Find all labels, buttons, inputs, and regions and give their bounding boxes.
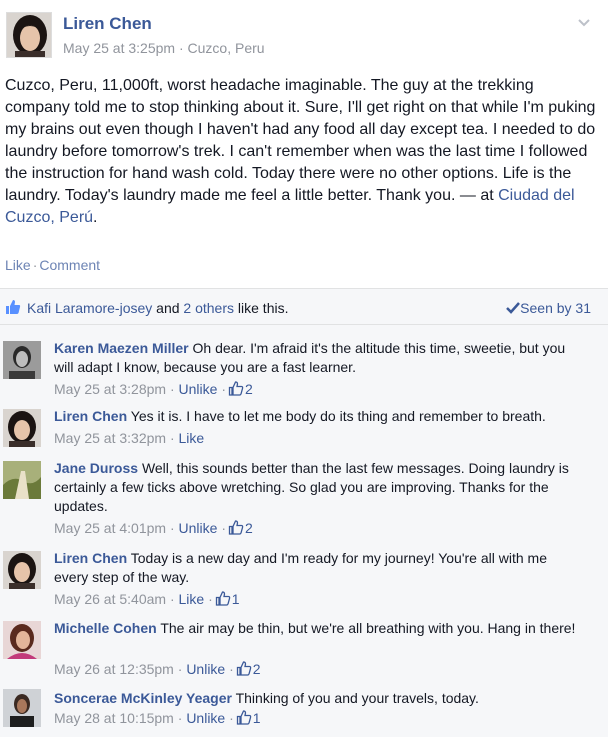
meta-separator: ·	[208, 591, 213, 607]
comment-meta: May 25 at 4:01pm · Unlike · 2	[54, 520, 253, 536]
unlike-button[interactable]: Unlike	[186, 710, 225, 726]
commenter-name[interactable]: Jane Duross	[54, 460, 138, 476]
post-timestamp[interactable]: May 25 at 3:25pm	[63, 40, 175, 56]
comment-body: Karen Maezen Miller Oh dear. I'm afraid …	[54, 339, 584, 377]
meta-separator: ·	[177, 661, 183, 677]
thumbs-up-icon	[236, 661, 252, 676]
comment-body: Michelle Cohen The air may be thin, but …	[54, 619, 584, 638]
commenter-name[interactable]: Soncerae McKinley Yeager	[54, 690, 232, 706]
meta-separator: ·	[169, 381, 175, 397]
comment-time[interactable]: May 25 at 3:32pm	[54, 430, 166, 446]
unlike-button[interactable]: Unlike	[179, 520, 218, 536]
thumbs-up-icon	[5, 299, 21, 315]
action-separator: ·	[32, 257, 38, 273]
commenter-avatar[interactable]	[3, 409, 41, 447]
meta-separator: ·	[221, 520, 226, 536]
meta-separator: ·	[169, 520, 175, 536]
comment-time[interactable]: May 26 at 5:40am	[54, 591, 166, 607]
seen-by-link[interactable]: Seen by 31	[520, 300, 591, 316]
commenter-avatar[interactable]	[3, 341, 41, 379]
unlike-button[interactable]: Unlike	[179, 381, 218, 397]
thumbs-up-icon	[215, 591, 231, 606]
comment-body: Soncerae McKinley Yeager Thinking of you…	[54, 689, 584, 708]
post-author-name[interactable]: Liren Chen	[63, 14, 152, 34]
like-button[interactable]: Like	[5, 257, 31, 273]
commenter-name[interactable]: Michelle Cohen	[54, 620, 157, 636]
comment-time[interactable]: May 25 at 4:01pm	[54, 520, 166, 536]
comment-body: Jane Duross Well, this sounds better tha…	[54, 459, 584, 516]
commenter-avatar[interactable]	[3, 621, 41, 659]
commenter-name[interactable]: Liren Chen	[54, 550, 127, 566]
commenter-avatar[interactable]	[3, 551, 41, 589]
comment-button[interactable]: Comment	[39, 257, 100, 273]
like-count[interactable]: 2	[253, 661, 261, 677]
comment-meta: May 28 at 10:15pm · Unlike · 1	[54, 710, 261, 726]
post-card: Liren Chen May 25 at 3:25pm · Cuzco, Per…	[0, 0, 608, 737]
comment-body: Liren Chen Yes it is. I have to let me b…	[54, 407, 584, 426]
post-location[interactable]: Cuzco, Peru	[188, 40, 265, 56]
comment-time[interactable]: May 25 at 3:28pm	[54, 381, 166, 397]
like-count[interactable]: 2	[245, 520, 253, 536]
comment-text: Thinking of you and your travels, today.	[235, 690, 479, 706]
commenter-name[interactable]: Liren Chen	[54, 408, 127, 424]
commenter-avatar[interactable]	[3, 461, 41, 499]
author-avatar[interactable]	[6, 12, 52, 58]
chevron-down-icon[interactable]	[576, 14, 592, 30]
thumbs-up-icon	[228, 381, 244, 396]
comment-text: Yes it is. I have to let me body do its …	[130, 408, 546, 424]
likers-text: Kafi Laramore-josey and 2 others like th…	[27, 300, 288, 316]
like-count[interactable]: 1	[253, 710, 261, 726]
comment-meta: May 25 at 3:28pm · Unlike · 2	[54, 381, 253, 397]
likers-and: and	[156, 300, 180, 316]
comment-body: Liren Chen Today is a new day and I'm re…	[54, 549, 584, 587]
meta-separator: ·	[178, 40, 184, 56]
commenter-avatar[interactable]	[3, 689, 41, 727]
post-header: Liren Chen May 25 at 3:25pm · Cuzco, Per…	[0, 0, 608, 70]
liker-name[interactable]: Kafi Laramore-josey	[27, 300, 152, 316]
like-count[interactable]: 1	[232, 591, 240, 607]
meta-separator: ·	[177, 710, 183, 726]
like-this-text: like this.	[237, 300, 289, 316]
comment-meta: May 25 at 3:32pm · Like	[54, 430, 204, 446]
commenter-name[interactable]: Karen Maezen Miller	[54, 340, 189, 356]
feedback-panel: Kafi Laramore-josey and 2 others like th…	[0, 288, 608, 737]
like-count[interactable]: 2	[245, 381, 253, 397]
meta-separator: ·	[169, 430, 175, 446]
post-body: Cuzco, Peru, 11,000ft, worst headache im…	[5, 75, 599, 229]
thumbs-up-icon	[228, 520, 244, 535]
comment-time[interactable]: May 28 at 10:15pm	[54, 710, 174, 726]
meta-separator: ·	[229, 661, 234, 677]
thumbs-up-icon	[236, 710, 252, 725]
post-meta: May 25 at 3:25pm · Cuzco, Peru	[63, 40, 265, 56]
others-link[interactable]: 2 others	[183, 300, 234, 316]
comment-time[interactable]: May 26 at 12:35pm	[54, 661, 174, 677]
comment-meta: May 26 at 12:35pm · Unlike · 2	[54, 661, 261, 677]
meta-separator: ·	[169, 591, 175, 607]
unlike-button[interactable]: Unlike	[186, 661, 225, 677]
checkmark-icon	[506, 301, 520, 314]
like-comment-button[interactable]: Like	[179, 591, 205, 607]
meta-separator: ·	[221, 381, 226, 397]
likes-summary: Kafi Laramore-josey and 2 others like th…	[0, 289, 608, 325]
like-comment-button[interactable]: Like	[179, 430, 205, 446]
comment-text: Today is a new day and I'm ready for my …	[54, 550, 547, 585]
post-text: Cuzco, Peru, 11,000ft, worst headache im…	[5, 77, 596, 204]
comment-meta: May 26 at 5:40am · Like · 1	[54, 591, 240, 607]
meta-separator: ·	[229, 710, 234, 726]
post-text-end: .	[93, 209, 98, 226]
post-actions: Like · Comment	[5, 257, 100, 273]
comment-text: The air may be thin, but we're all breat…	[160, 620, 576, 636]
